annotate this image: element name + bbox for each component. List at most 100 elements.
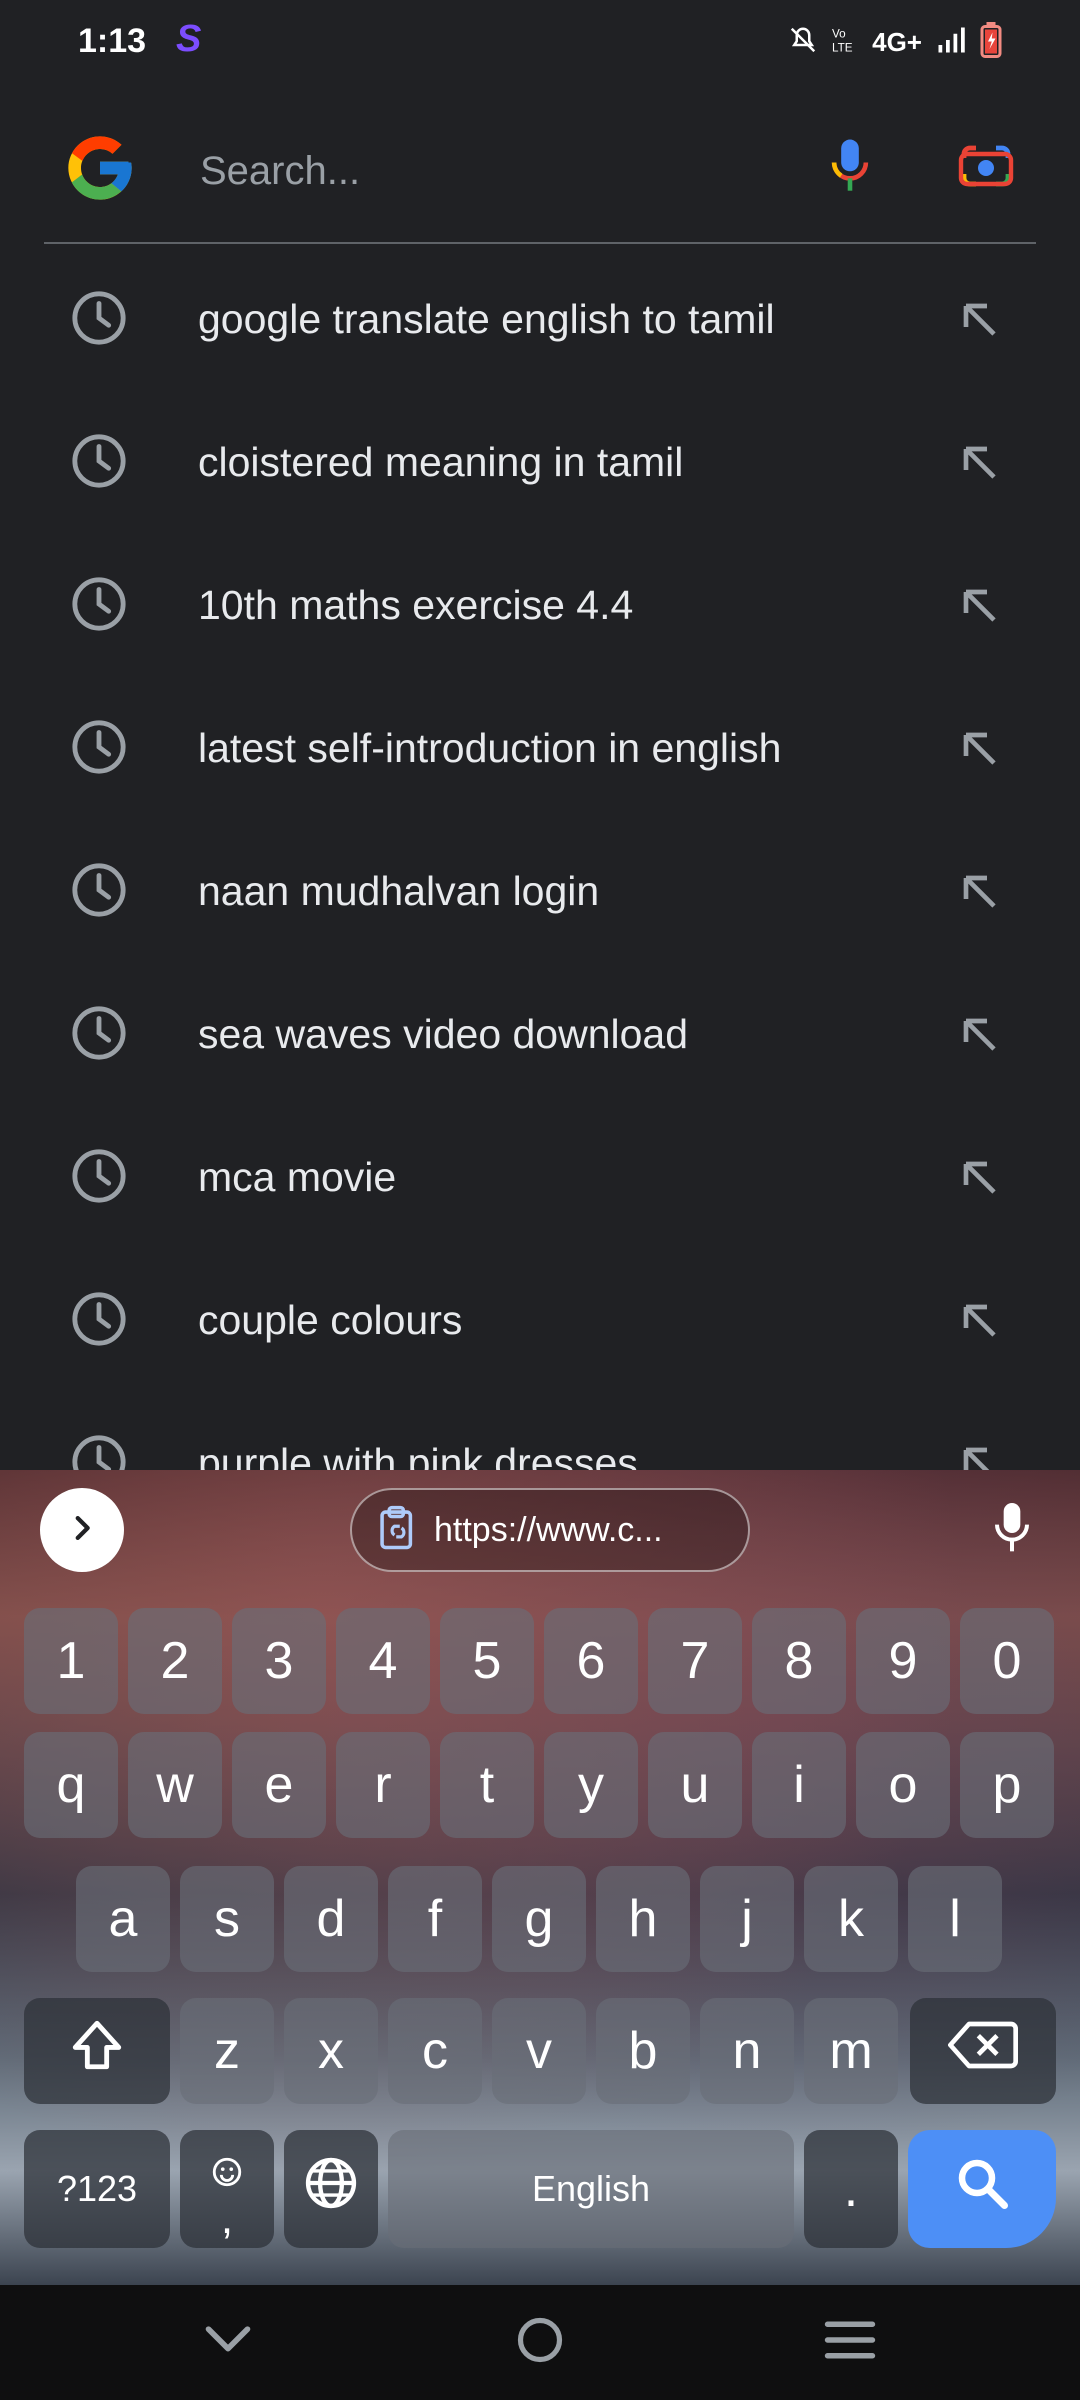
key-f[interactable]: f	[388, 1866, 482, 1972]
key-b[interactable]: b	[596, 1998, 690, 2104]
key-g[interactable]: g	[492, 1866, 586, 1972]
fill-arrow-icon[interactable]	[952, 1293, 1008, 1349]
key-6[interactable]: 6	[544, 1608, 638, 1714]
key-p[interactable]: p	[960, 1732, 1054, 1838]
search-bar	[44, 110, 1036, 244]
key-0[interactable]: 0	[960, 1608, 1054, 1714]
key-a[interactable]: a	[76, 1866, 170, 1972]
fill-arrow-icon[interactable]	[952, 864, 1008, 920]
key-j[interactable]: j	[700, 1866, 794, 1972]
home-button[interactable]	[500, 2307, 580, 2377]
key-w[interactable]: w	[128, 1732, 222, 1838]
history-clock-icon	[70, 861, 128, 919]
key-y[interactable]: y	[544, 1732, 638, 1838]
key-3[interactable]: 3	[232, 1608, 326, 1714]
battery-icon	[980, 22, 1002, 63]
shift-key[interactable]	[24, 1998, 170, 2104]
status-time: 1:13	[78, 22, 147, 60]
key-n[interactable]: n	[700, 1998, 794, 2104]
clipboard-icon	[376, 1505, 420, 1556]
svg-text:LTE: LTE	[832, 42, 853, 55]
emoji-comma-key[interactable]: ,	[180, 2130, 274, 2248]
key-d[interactable]: d	[284, 1866, 378, 1972]
history-item-text: google translate english to tamil	[198, 296, 775, 342]
key-m[interactable]: m	[804, 1998, 898, 2104]
key-l[interactable]: l	[908, 1866, 1002, 1972]
key-h[interactable]: h	[596, 1866, 690, 1972]
history-item-text: purple with pink dresses	[198, 1440, 638, 1470]
key-c[interactable]: c	[388, 1998, 482, 2104]
mic-icon	[828, 136, 872, 201]
language-key[interactable]	[284, 2130, 378, 2248]
history-item[interactable]: google translate english to tamil	[0, 250, 1080, 393]
toolbar-expand-button[interactable]	[40, 1488, 124, 1572]
space-key[interactable]: English	[388, 2130, 794, 2248]
keyboard-toolbar: https://www.c...	[0, 1470, 1080, 1582]
key-7[interactable]: 7	[648, 1608, 742, 1714]
key-4[interactable]: 4	[336, 1608, 430, 1714]
menu-lines-icon	[823, 2318, 877, 2367]
history-item[interactable]: couple colours	[0, 1251, 1080, 1394]
key-5[interactable]: 5	[440, 1608, 534, 1714]
history-item[interactable]: naan mudhalvan login	[0, 822, 1080, 965]
recent-apps-button[interactable]	[810, 2307, 890, 2377]
fill-arrow-icon[interactable]	[952, 1436, 1008, 1470]
history-item[interactable]: purple with pink dresses	[0, 1394, 1080, 1470]
search-input[interactable]	[198, 140, 802, 202]
key-i[interactable]: i	[752, 1732, 846, 1838]
fill-arrow-icon[interactable]	[952, 292, 1008, 348]
key-8[interactable]: 8	[752, 1608, 846, 1714]
status-icons: Vo LTE 4G+	[788, 22, 1002, 63]
key-z[interactable]: z	[180, 1998, 274, 2104]
key-r[interactable]: r	[336, 1732, 430, 1838]
history-clock-icon	[70, 1147, 128, 1205]
history-item[interactable]: 10th maths exercise 4.4	[0, 536, 1080, 679]
status-bar: 1:13 S Vo LTE 4G+	[0, 0, 1080, 90]
key-s[interactable]: s	[180, 1866, 274, 1972]
history-item-text: latest self-introduction in english	[198, 725, 782, 771]
fill-arrow-icon[interactable]	[952, 721, 1008, 777]
fill-arrow-icon[interactable]	[952, 578, 1008, 634]
signal-icon	[936, 25, 966, 60]
history-item[interactable]: cloistered meaning in tamil	[0, 393, 1080, 536]
search-history-list: google translate english to tamil cloist…	[0, 250, 1080, 1470]
history-item[interactable]: latest self-introduction in english	[0, 679, 1080, 822]
key-e[interactable]: e	[232, 1732, 326, 1838]
fill-arrow-icon[interactable]	[952, 1007, 1008, 1063]
mute-icon	[788, 24, 818, 61]
key-9[interactable]: 9	[856, 1608, 950, 1714]
symbols-key[interactable]: ?123	[24, 2130, 170, 2248]
key-2[interactable]: 2	[128, 1608, 222, 1714]
keyboard: https://www.c... 1 2 3 4 5 6 7 8 9 0 q w…	[0, 1470, 1080, 2285]
emoji-icon	[210, 2142, 244, 2202]
history-item[interactable]: mca movie	[0, 1108, 1080, 1251]
key-o[interactable]: o	[856, 1732, 950, 1838]
fill-arrow-icon[interactable]	[952, 435, 1008, 491]
clipboard-suggestion-chip[interactable]: https://www.c...	[350, 1488, 750, 1572]
hide-keyboard-button[interactable]	[188, 2307, 268, 2377]
key-t[interactable]: t	[440, 1732, 534, 1838]
fill-arrow-icon[interactable]	[952, 1150, 1008, 1206]
google-logo-icon	[62, 130, 138, 206]
key-q[interactable]: q	[24, 1732, 118, 1838]
key-u[interactable]: u	[648, 1732, 742, 1838]
lens-search-button[interactable]	[948, 130, 1024, 206]
history-clock-icon	[70, 1290, 128, 1348]
period-key[interactable]: .	[804, 2130, 898, 2248]
history-clock-icon	[70, 289, 128, 347]
backspace-key[interactable]	[910, 1998, 1056, 2104]
keyboard-voice-button[interactable]	[980, 1494, 1044, 1566]
backspace-icon	[948, 2019, 1018, 2084]
key-1[interactable]: 1	[24, 1608, 118, 1714]
search-key[interactable]	[908, 2130, 1056, 2248]
shift-icon	[68, 2016, 126, 2087]
key-k[interactable]: k	[804, 1866, 898, 1972]
svg-text:Vo: Vo	[832, 27, 846, 40]
key-v[interactable]: v	[492, 1998, 586, 2104]
voice-search-button[interactable]	[812, 130, 888, 206]
history-item-text: couple colours	[198, 1297, 463, 1343]
history-item[interactable]: sea waves video download	[0, 965, 1080, 1108]
history-item-text: sea waves video download	[198, 1011, 689, 1057]
home-circle-icon	[514, 2314, 566, 2371]
key-x[interactable]: x	[284, 1998, 378, 2104]
